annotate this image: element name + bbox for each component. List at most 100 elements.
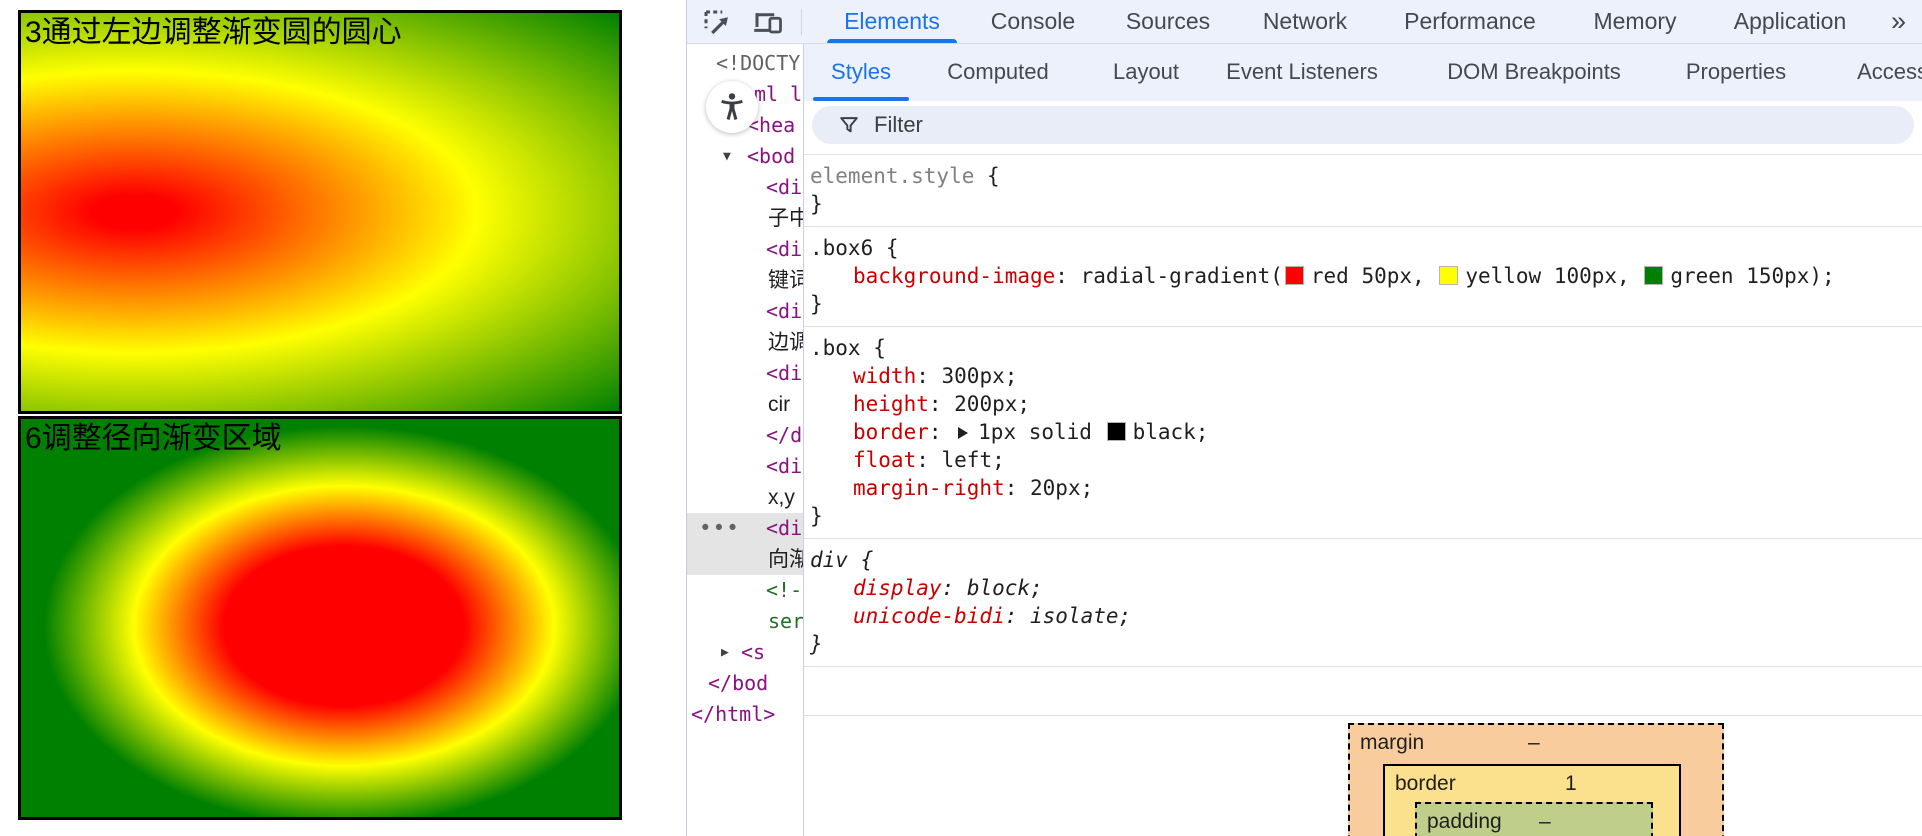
- sidebar-tab-dom-breakpoints[interactable]: DOM Breakpoints: [1447, 44, 1621, 101]
- device-toolbar-icon[interactable]: [753, 7, 783, 37]
- shorthand-expand-icon[interactable]: [958, 427, 969, 439]
- dom-text-node[interactable]: x,y: [687, 482, 803, 513]
- filter-placeholder: Filter: [874, 112, 923, 137]
- dom-node-text: 子中: [768, 207, 803, 230]
- sidebar-tab-accessibility[interactable]: Accessibility: [1857, 44, 1922, 101]
- devtools-panel: Elements Console Sources Network Performance…: [686, 0, 1922, 836]
- margin-value[interactable]: –: [1528, 731, 1540, 755]
- more-tabs-button[interactable]: »: [1891, 0, 1906, 43]
- sidebar-tab-event-listeners[interactable]: Event Listeners: [1226, 44, 1378, 101]
- accessibility-person-icon: [721, 93, 743, 121]
- dom-node-text: cir: [768, 393, 791, 416]
- color-swatch[interactable]: [1644, 266, 1664, 285]
- css-declaration-background-image[interactable]: background-image: radial-gradient(red 50…: [810, 262, 1922, 290]
- sidebar-tab-styles[interactable]: Styles: [813, 44, 909, 101]
- dom-node[interactable]: ▼ <bod: [687, 141, 803, 172]
- styles-sidebar: Styles Computed Layout Event Listeners DOM B…: [803, 44, 1922, 836]
- box-model-diagram: margin – border 1 padding –: [1348, 723, 1724, 836]
- dom-comment-node[interactable]: <!-: [687, 575, 803, 606]
- gradient-box-6-label: 6调整径向渐变区域: [25, 422, 282, 455]
- dom-node[interactable]: <di: [687, 358, 803, 389]
- dom-node[interactable]: </d: [687, 420, 803, 451]
- dom-text-node[interactable]: cir: [687, 389, 803, 420]
- rules-bottom-divider: [804, 667, 1922, 716]
- css-declaration-border[interactable]: border: 1px solid black;: [810, 418, 1922, 446]
- box-model-border[interactable]: border 1 padding –: [1383, 764, 1681, 836]
- gradient-box-6: 6调整径向渐变区域: [18, 416, 622, 820]
- dom-node[interactable]: <di: [687, 172, 803, 203]
- padding-value[interactable]: –: [1539, 810, 1551, 834]
- rule-selector: element.style {: [810, 164, 1000, 188]
- padding-label: padding: [1427, 810, 1502, 833]
- dom-node-text: <di: [766, 175, 803, 199]
- dom-node-text: <bod: [747, 144, 796, 168]
- dom-text-node[interactable]: 子中: [687, 203, 803, 234]
- border-label: border: [1395, 772, 1456, 795]
- dom-doctype-node[interactable]: <!DOCTY: [687, 48, 803, 79]
- dom-comment-node[interactable]: ser: [687, 606, 803, 637]
- dom-node[interactable]: ▶ <s: [687, 637, 803, 668]
- rule-closing-brace: }: [810, 632, 823, 656]
- devtools-toolbar: Elements Console Sources Network Performance…: [687, 0, 1922, 44]
- tab-sources[interactable]: Sources: [1126, 0, 1210, 43]
- dom-node-text: </bod: [708, 671, 769, 695]
- dom-node[interactable]: ••• <di: [687, 513, 803, 544]
- sidebar-tab-computed[interactable]: Computed: [947, 44, 1049, 101]
- dom-text-node[interactable]: 边调: [687, 327, 803, 358]
- dom-node[interactable]: <di: [687, 234, 803, 265]
- css-declaration-width[interactable]: width: 300px;: [810, 362, 1922, 390]
- css-rule-elementstyle[interactable]: element.style {}: [804, 155, 1922, 227]
- dom-text-node[interactable]: 向渐: [687, 544, 803, 575]
- dom-node-text: ml la: [754, 82, 803, 106]
- styles-filter-row: Filter: [804, 101, 1922, 155]
- accessibility-widget-button[interactable]: [706, 81, 758, 133]
- box-model-margin[interactable]: margin – border 1 padding –: [1348, 723, 1724, 836]
- tab-network[interactable]: Network: [1263, 0, 1347, 43]
- box-model-padding[interactable]: padding –: [1415, 802, 1653, 836]
- dom-node[interactable]: </html>: [687, 699, 803, 730]
- dom-node-text: 键词: [768, 269, 803, 292]
- expand-arrow-open-icon[interactable]: ▼: [723, 141, 731, 172]
- expand-arrow-closed-icon[interactable]: ▶: [721, 637, 729, 668]
- css-rule-box[interactable]: .box {width: 300px; height: 200px; border:…: [804, 327, 1922, 539]
- tab-application[interactable]: Application: [1734, 0, 1847, 43]
- color-swatch[interactable]: [1284, 266, 1304, 285]
- inspect-element-icon[interactable]: [701, 7, 731, 37]
- dom-node[interactable]: </bod: [687, 668, 803, 699]
- dom-node-text: <di: [766, 361, 803, 385]
- dom-node-text: ser: [768, 609, 803, 633]
- node-menu-dots[interactable]: •••: [699, 513, 740, 544]
- color-swatch[interactable]: [1106, 422, 1126, 441]
- dom-node-text: <s: [741, 640, 766, 664]
- css-declaration-display[interactable]: display: block;: [810, 574, 1922, 602]
- css-declaration-margin-right[interactable]: margin-right: 20px;: [810, 474, 1922, 502]
- tab-memory[interactable]: Memory: [1593, 0, 1676, 43]
- css-rule-div[interactable]: div {display: block; unicode-bidi: isolat…: [804, 539, 1922, 667]
- css-declaration-unicode-bidi[interactable]: unicode-bidi: isolate;: [810, 602, 1922, 630]
- dom-node-text: <di: [766, 237, 803, 261]
- tab-elements[interactable]: Elements: [827, 0, 957, 43]
- toolbar-divider: [801, 9, 802, 35]
- dom-node-text: <di: [766, 299, 803, 323]
- dom-node-text: </d: [766, 423, 803, 447]
- sidebar-tab-properties[interactable]: Properties: [1686, 44, 1786, 101]
- css-declaration-float[interactable]: float: left;: [810, 446, 1922, 474]
- color-swatch[interactable]: [1439, 266, 1459, 285]
- dom-node-text: 边调: [768, 331, 803, 354]
- sidebar-tab-layout[interactable]: Layout: [1113, 44, 1179, 101]
- css-declaration-height[interactable]: height: 200px;: [810, 390, 1922, 418]
- gradient-box-3: 3通过左边调整渐变圆的圆心: [18, 10, 622, 414]
- border-value[interactable]: 1: [1565, 772, 1577, 796]
- dom-node[interactable]: <di: [687, 296, 803, 327]
- dom-node-text: <!-: [766, 578, 803, 602]
- tab-performance[interactable]: Performance: [1404, 0, 1536, 43]
- dom-node-text: </html>: [691, 702, 776, 726]
- dom-node[interactable]: <di: [687, 451, 803, 482]
- margin-label: margin: [1360, 731, 1425, 754]
- dom-node-text: <di: [766, 454, 803, 478]
- tab-console[interactable]: Console: [991, 0, 1075, 43]
- funnel-icon: [840, 117, 858, 133]
- dom-text-node[interactable]: 键词: [687, 265, 803, 296]
- css-rule-box6[interactable]: .box6 {background-image: radial-gradient…: [804, 227, 1922, 327]
- styles-filter-input[interactable]: Filter: [812, 106, 1914, 144]
